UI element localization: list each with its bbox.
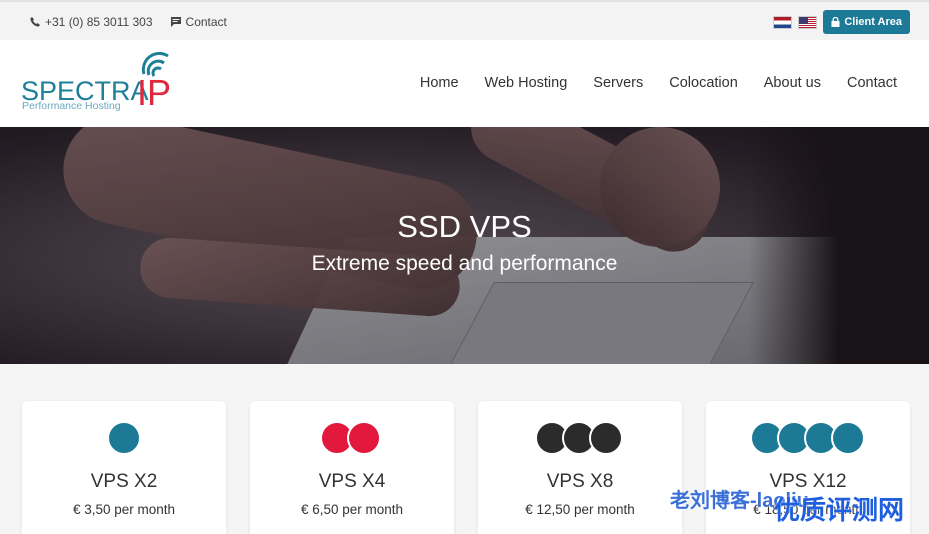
nav-web-hosting[interactable]: Web Hosting bbox=[485, 75, 568, 91]
client-area-button[interactable]: Client Area bbox=[823, 10, 910, 34]
nav-colocation[interactable]: Colocation bbox=[669, 75, 738, 91]
plan-name: VPS X2 bbox=[90, 471, 158, 492]
watermark: 老刘博客-laoliu 优质评测网 bbox=[670, 484, 904, 525]
logo-tagline: Performance Hosting bbox=[22, 100, 121, 112]
logo-accent: IP bbox=[137, 72, 172, 113]
nav-contact[interactable]: Contact bbox=[847, 75, 897, 91]
plan-name: VPS X8 bbox=[546, 471, 614, 492]
nav-servers[interactable]: Servers bbox=[593, 75, 643, 91]
hero-subtitle: Extreme speed and performance bbox=[311, 252, 618, 275]
chat-icon bbox=[170, 17, 181, 27]
hero-banner: SSD VPS Extreme speed and performance bbox=[0, 127, 929, 364]
plan-dots bbox=[250, 421, 454, 455]
plan-card-vps-x8[interactable]: VPS X8 € 12,50 per month bbox=[478, 401, 682, 534]
lock-icon bbox=[831, 17, 840, 27]
plan-dots bbox=[478, 421, 682, 455]
main-nav: Home Web Hosting Servers Colocation Abou… bbox=[420, 75, 897, 91]
hero-title: SSD VPS bbox=[397, 209, 532, 244]
plan-price: € 6,50 per month bbox=[300, 502, 404, 517]
main-header: SPECTRA IP Performance Hosting Home Web … bbox=[0, 40, 929, 127]
phone-link[interactable]: +31 (0) 85 3011 303 bbox=[30, 15, 153, 29]
plan-card-vps-x2[interactable]: VPS X2 € 3,50 per month bbox=[22, 401, 226, 534]
plan-dot-icon bbox=[589, 421, 623, 455]
logo[interactable]: SPECTRA IP Performance Hosting bbox=[21, 52, 171, 114]
nav-about-us[interactable]: About us bbox=[764, 75, 821, 91]
plan-dots bbox=[706, 421, 910, 455]
us-flag-icon[interactable] bbox=[798, 15, 818, 29]
plan-price: € 3,50 per month bbox=[72, 502, 176, 517]
hero-overlay bbox=[0, 127, 929, 364]
plan-price: € 12,50 per month bbox=[525, 502, 635, 517]
nav-home[interactable]: Home bbox=[420, 75, 459, 91]
plan-card-vps-x4[interactable]: VPS X4 € 6,50 per month bbox=[250, 401, 454, 534]
plan-dot-icon bbox=[107, 421, 141, 455]
phone-icon bbox=[30, 17, 40, 27]
watermark-line2: 优质评测网 bbox=[774, 495, 905, 525]
contact-link-label: Contact bbox=[185, 15, 227, 29]
top-bar: +31 (0) 85 3011 303 Contact Client Area bbox=[0, 0, 929, 40]
contact-link[interactable]: Contact bbox=[170, 15, 227, 29]
plan-name: VPS X4 bbox=[318, 471, 386, 492]
plan-dots bbox=[22, 421, 226, 455]
dutch-flag-icon[interactable] bbox=[773, 15, 793, 29]
plan-dot-icon bbox=[831, 421, 865, 455]
client-area-label: Client Area bbox=[844, 16, 902, 28]
phone-number: +31 (0) 85 3011 303 bbox=[45, 15, 153, 29]
plan-dot-icon bbox=[347, 421, 381, 455]
